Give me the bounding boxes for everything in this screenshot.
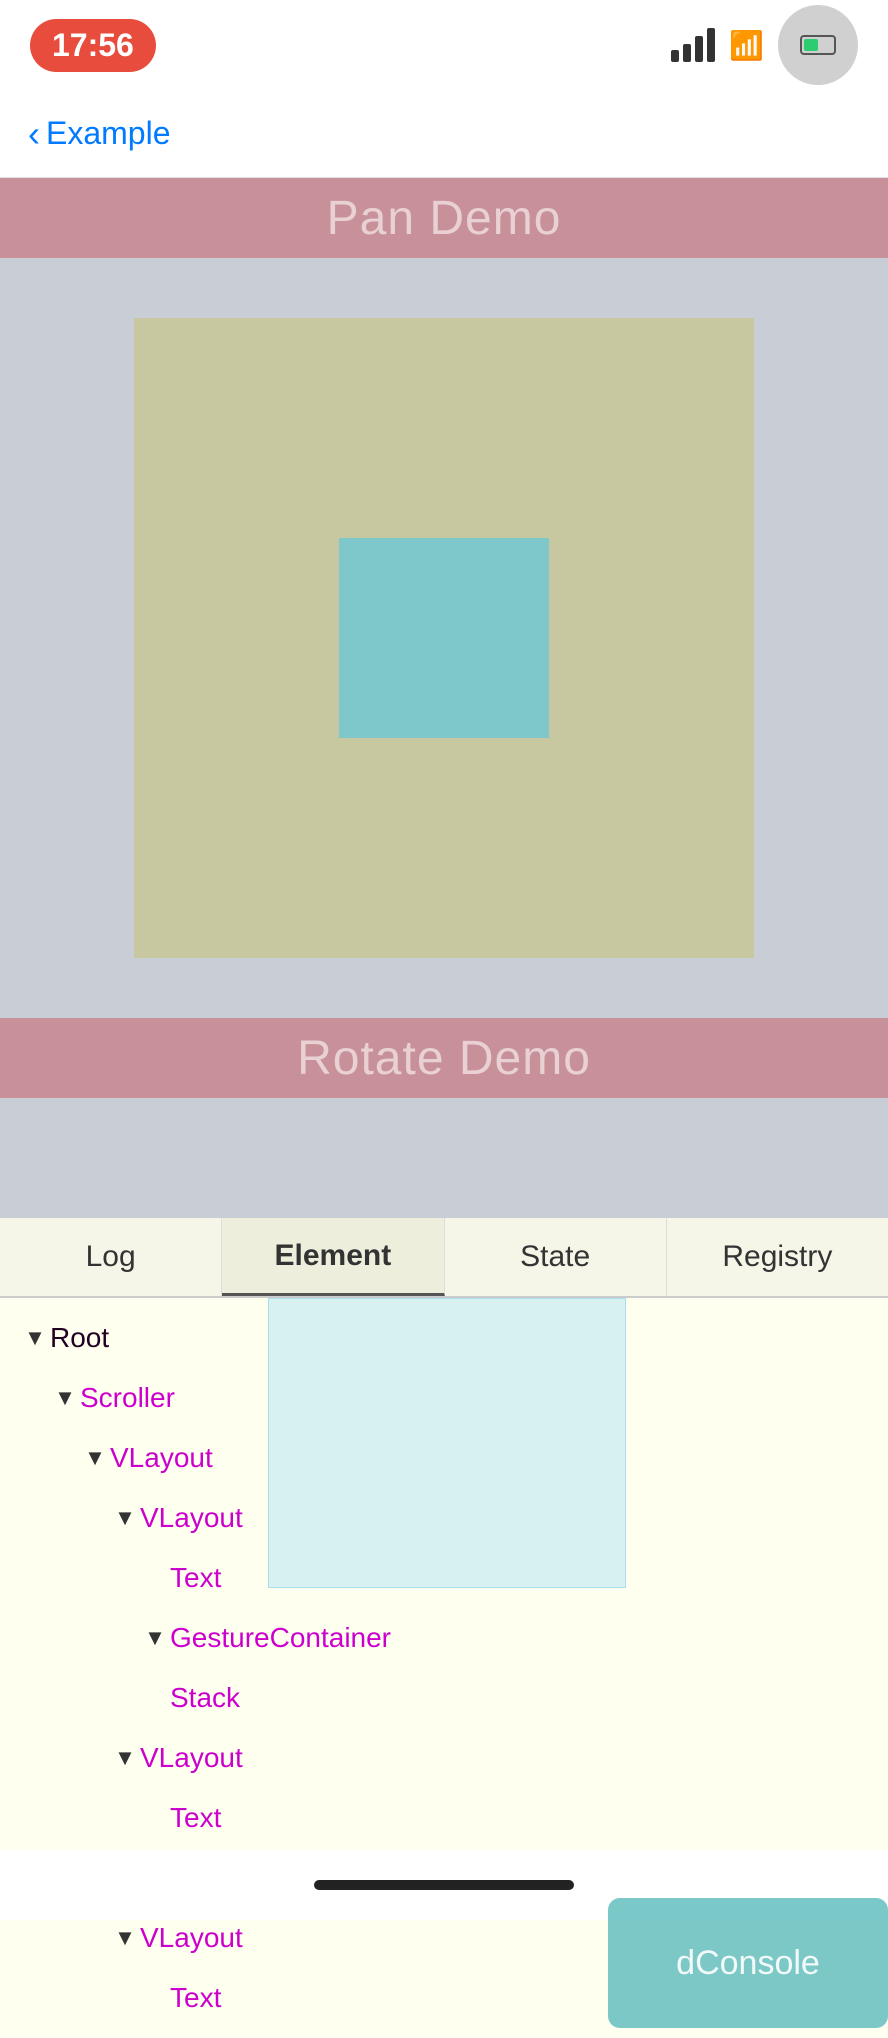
tree-item[interactable]: Text dConsole <box>0 1968 888 2028</box>
wifi-icon: 📶 <box>729 29 764 62</box>
rotate-area[interactable] <box>0 1098 888 1218</box>
tree-label: VLayout <box>140 1742 243 1774</box>
dconsole-label: dConsole <box>676 1944 820 1983</box>
tree-label: Stack <box>170 1682 240 1714</box>
back-button[interactable]: ‹ Example <box>28 115 171 152</box>
tree-item[interactable]: Text <box>0 1788 888 1848</box>
signal-icon <box>671 28 715 62</box>
pan-demo-header: Pan Demo <box>0 178 888 258</box>
status-icons: 📶 <box>671 5 858 85</box>
dconsole-popup[interactable]: dConsole <box>608 1898 888 2028</box>
tab-registry[interactable]: Registry <box>667 1218 888 1296</box>
rotate-demo-section: Rotate Demo <box>0 1018 888 1218</box>
tree-item[interactable]: ▼ VLayout <box>0 1728 888 1788</box>
tree-item[interactable]: ▼ Scroller <box>0 1368 888 1428</box>
tree-toggle <box>140 1565 170 1591</box>
status-bar: 17:56 📶 <box>0 0 888 90</box>
tree-label: Scroller <box>80 1382 175 1414</box>
tree-label: Root <box>50 1322 109 1354</box>
tab-state[interactable]: State <box>445 1218 667 1296</box>
tree-toggle[interactable]: ▼ <box>110 1925 140 1951</box>
tab-element[interactable]: Element <box>222 1218 444 1296</box>
tree-toggle <box>140 1685 170 1711</box>
tree-label: VLayout <box>140 1502 243 1534</box>
tree-item[interactable]: ▼ VLayout <box>0 1488 888 1548</box>
tree-label: GestureContainer <box>170 1622 391 1654</box>
tree-item[interactable]: ▼ VLayout <box>0 1428 888 1488</box>
pan-box[interactable] <box>339 538 549 738</box>
tree-toggle[interactable]: ▼ <box>80 1445 110 1471</box>
tree-toggle[interactable]: ▼ <box>110 1745 140 1771</box>
tree-toggle <box>140 1805 170 1831</box>
pan-area[interactable] <box>0 258 888 1018</box>
tree-label: Text <box>170 1982 221 2014</box>
pan-demo-title: Pan Demo <box>327 191 562 246</box>
tree-label: Text <box>170 1802 221 1834</box>
tree-view: ▼ Root ▼ Scroller ▼ VLayout ▼ VLayout Te… <box>0 1298 888 2038</box>
tab-log[interactable]: Log <box>0 1218 222 1296</box>
chevron-left-icon: ‹ <box>28 116 40 152</box>
home-bar <box>314 1880 574 1890</box>
tree-item[interactable]: Stack <box>0 1668 888 1728</box>
battery-icon <box>778 5 858 85</box>
tree-label: VLayout <box>110 1442 213 1474</box>
tree-label: Text <box>170 1562 221 1594</box>
tree-toggle <box>140 1985 170 2011</box>
nav-bar: ‹ Example <box>0 90 888 178</box>
rotate-demo-header: Rotate Demo <box>0 1018 888 1098</box>
back-label: Example <box>46 115 171 152</box>
pan-canvas[interactable] <box>134 318 754 958</box>
tree-item[interactable]: Text <box>0 1548 888 1608</box>
tree-item[interactable]: ▼ GestureContainer <box>0 1608 888 1668</box>
status-time: 17:56 <box>30 19 156 72</box>
rotate-demo-title: Rotate Demo <box>297 1031 591 1086</box>
debug-tabs: Log Element State Registry <box>0 1218 888 1298</box>
tree-toggle[interactable]: ▼ <box>140 1625 170 1651</box>
tree-toggle[interactable]: ▼ <box>20 1325 50 1351</box>
tree-label: VLayout <box>140 1922 243 1954</box>
tree-item[interactable]: ▼ Root <box>0 1308 888 1368</box>
tree-toggle[interactable]: ▼ <box>50 1385 80 1411</box>
tree-toggle[interactable]: ▼ <box>110 1505 140 1531</box>
